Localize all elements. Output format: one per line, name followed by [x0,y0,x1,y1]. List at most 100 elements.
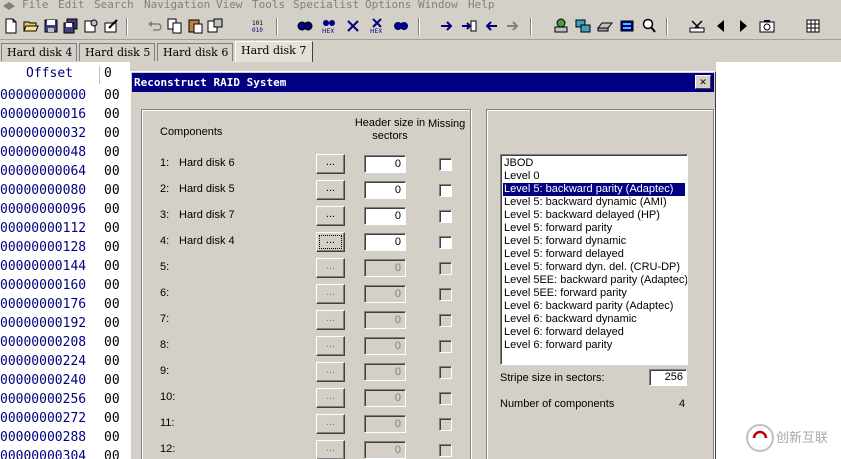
component-browse-button[interactable]: ... [316,232,345,252]
menu-navigation[interactable]: Navigation [144,0,210,11]
raid-type-item[interactable]: Level 5: backward dynamic (AMI) [503,196,685,209]
disk-edit-icon[interactable] [552,17,570,35]
hex-byte-cell[interactable]: 00 [104,430,130,449]
back-icon[interactable] [482,17,500,35]
new-file-icon[interactable] [2,17,20,35]
hex-byte-cell[interactable]: 00 [104,126,130,145]
tab-hard-disk-6[interactable]: Hard disk 6 [157,43,233,61]
hex-byte-cell[interactable]: 00 [104,373,130,392]
save-all-icon[interactable] [62,17,80,35]
hex-byte-cell[interactable]: 00 [104,107,130,126]
missing-checkbox[interactable] [439,418,452,431]
camera-icon[interactable] [758,17,776,35]
component-browse-button[interactable]: ... [316,284,345,304]
copy-icon[interactable] [166,17,184,35]
menu-window[interactable]: Window [418,0,458,11]
hex-byte-cell[interactable]: 00 [104,449,130,459]
edit-icon[interactable] [102,17,120,35]
raid-type-list[interactable]: JBOD Level 0 Level 5: backward parity (Ada… [500,154,688,365]
component-browse-button[interactable]: ... [316,258,345,278]
missing-checkbox[interactable] [439,158,452,171]
raid-type-item[interactable]: Level 5: forward dyn. del. (CRU-DP) [503,261,685,274]
raid-type-item[interactable]: Level 5: backward delayed (HP) [503,209,685,222]
goto-sector-icon[interactable] [460,17,478,35]
hex-byte-cell[interactable]: 00 [104,221,130,240]
search-icon[interactable] [640,17,658,35]
raid-type-item[interactable]: Level 6: forward parity [503,339,685,352]
hex-byte-cell[interactable]: 00 [104,335,130,354]
menu-tools[interactable]: Tools [252,0,285,11]
menu-edit[interactable]: Edit [58,0,85,11]
hex-byte-cell[interactable]: 00 [104,411,130,430]
menu-specialist[interactable]: Specialist [293,0,359,11]
hex-byte-cell[interactable]: 00 [104,183,130,202]
find-hex-icon[interactable]: HEX [320,17,338,35]
disk-icon[interactable] [596,17,614,35]
missing-checkbox[interactable] [439,444,452,457]
raid-type-item[interactable]: Level 5EE: forward parity [503,287,685,300]
missing-checkbox[interactable] [439,236,452,249]
find-next-icon[interactable] [392,17,410,35]
stripe-size-input[interactable]: 256 [649,369,687,386]
hex-byte-cell[interactable]: 00 [104,259,130,278]
undo-icon[interactable] [146,17,164,35]
raid-type-item[interactable]: Level 6: forward delayed [503,326,685,339]
component-browse-button[interactable]: ... [316,206,345,226]
header-size-input[interactable]: 0 [364,259,406,277]
tab-hard-disk-7[interactable]: Hard disk 7 [235,41,313,62]
raid-type-item[interactable]: Level 5EE: backward parity (Adaptec) [503,274,687,287]
grid-view-icon[interactable] [804,17,822,35]
menu-options[interactable]: Options [365,0,411,11]
header-size-input[interactable]: 0 [364,337,406,355]
hex-byte-cell[interactable]: 00 [104,164,130,183]
previous-icon[interactable] [712,17,730,35]
missing-checkbox[interactable] [439,366,452,379]
hex-byte-cell[interactable]: 00 [104,88,130,107]
missing-checkbox[interactable] [439,314,452,327]
close-file-icon[interactable] [688,17,706,35]
hex-byte-cell[interactable]: 00 [104,297,130,316]
hex-byte-cell[interactable]: 00 [104,316,130,335]
replace-hex-icon[interactable]: HEX [368,17,386,35]
raid-type-item[interactable]: Level 5: forward parity [503,222,685,235]
goto-offset-icon[interactable] [438,17,456,35]
next-icon[interactable] [734,17,752,35]
missing-checkbox[interactable] [439,184,452,197]
properties-icon[interactable] [82,17,100,35]
raid-type-item[interactable]: Level 5: forward delayed [503,248,685,261]
component-browse-button[interactable]: ... [316,440,345,459]
close-button[interactable]: ✕ [695,75,711,89]
forward-icon[interactable] [504,17,522,35]
raid-type-item[interactable]: Level 5: forward dynamic [503,235,685,248]
header-size-input[interactable]: 0 [364,207,406,225]
component-browse-button[interactable]: ... [316,154,345,174]
missing-checkbox[interactable] [439,392,452,405]
missing-checkbox[interactable] [439,210,452,223]
menu-view[interactable]: View [216,0,243,11]
ram-edit-icon[interactable] [574,17,592,35]
raid-type-item[interactable]: Level 6: backward parity (Adaptec) [503,300,685,313]
calculator-icon[interactable] [618,17,636,35]
raid-type-item[interactable]: Level 5: backward parity (Adaptec) [503,183,685,196]
header-size-input[interactable]: 0 [364,181,406,199]
missing-checkbox[interactable] [439,340,452,353]
hex-byte-cell[interactable]: 00 [104,240,130,259]
component-browse-button[interactable]: ... [316,336,345,356]
hex-byte-cell[interactable]: 00 [104,202,130,221]
open-folder-icon[interactable] [22,17,40,35]
paste-icon[interactable] [186,17,204,35]
hex-byte-cell[interactable]: 00 [104,354,130,373]
copy-block-icon[interactable] [206,17,224,35]
header-size-input[interactable]: 0 [364,389,406,407]
tab-hard-disk-5[interactable]: Hard disk 5 [79,43,155,61]
save-icon[interactable] [42,17,60,35]
hex-byte-cell[interactable]: 00 [104,278,130,297]
component-browse-button[interactable]: ... [316,180,345,200]
raid-type-item[interactable]: JBOD [503,157,685,170]
hex-byte-cell[interactable]: 00 [104,392,130,411]
raid-type-item[interactable]: Level 0 [503,170,685,183]
menu-help[interactable]: Help [468,0,495,11]
tab-hard-disk-4[interactable]: Hard disk 4 [1,43,77,61]
menu-file[interactable]: File [22,0,49,11]
component-browse-button[interactable]: ... [316,310,345,330]
